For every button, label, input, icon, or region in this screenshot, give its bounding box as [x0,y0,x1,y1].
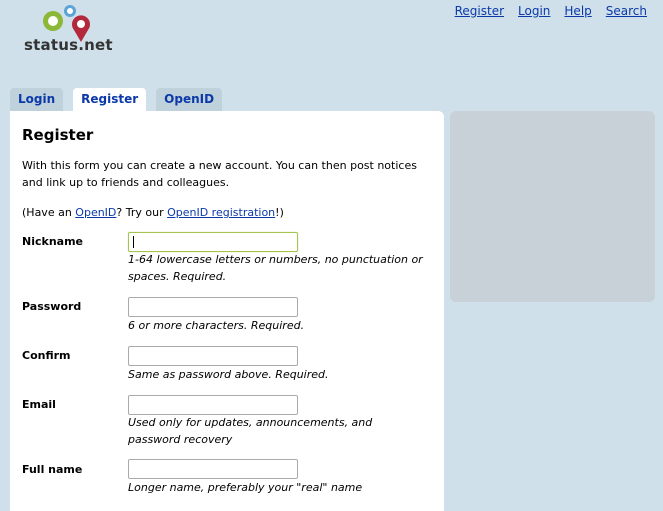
tab-login[interactable]: Login [10,88,64,111]
intro-text: With this form you can create a new acco… [22,159,417,189]
site-logo[interactable]: status.net [24,2,134,54]
site-logo-text: status.net [24,36,113,54]
openid-prefix: (Have an [22,206,76,219]
email-label: Email [22,398,56,411]
nickname-input[interactable] [128,232,298,252]
password-hint: 6 or more characters. Required. [128,319,305,332]
confirm-hint: Same as password above. Required. [128,368,329,381]
password-input[interactable] [128,297,298,317]
main-content: Register With this form you can create a… [10,111,444,511]
openid-mid: ? Try our [116,206,168,219]
email-input[interactable] [128,395,298,415]
nickname-hint: 1-64 lowercase letters or numbers, no pu… [128,253,423,283]
nav-register-link[interactable]: Register [455,4,504,18]
confirm-label: Confirm [22,349,71,362]
openid-hint: (Have an OpenID? Try our OpenID registra… [22,204,284,221]
page-title: Register [22,126,94,144]
password-label: Password [22,300,82,313]
email-hint: Used only for updates, announcements, an… [128,416,373,446]
top-navigation: Register Login Help Search [441,0,647,18]
account-tabs: Login Register OpenID [10,88,232,111]
sidebar-panel [450,111,655,302]
fullname-hint: Longer name, preferably your "real" name [128,481,363,494]
nav-help-link[interactable]: Help [564,4,591,18]
text-caret [133,236,134,248]
fullname-label: Full name [22,463,83,476]
fullname-input[interactable] [128,459,298,479]
nav-search-link[interactable]: Search [606,4,647,18]
confirm-password-input[interactable] [128,346,298,366]
openid-registration-link[interactable]: OpenID registration [167,206,275,219]
tab-openid[interactable]: OpenID [156,88,223,111]
openid-link[interactable]: OpenID [75,206,116,219]
tab-register[interactable]: Register [73,88,147,111]
nickname-label: Nickname [22,235,83,248]
openid-suffix: !) [275,206,284,219]
nav-login-link[interactable]: Login [518,4,550,18]
